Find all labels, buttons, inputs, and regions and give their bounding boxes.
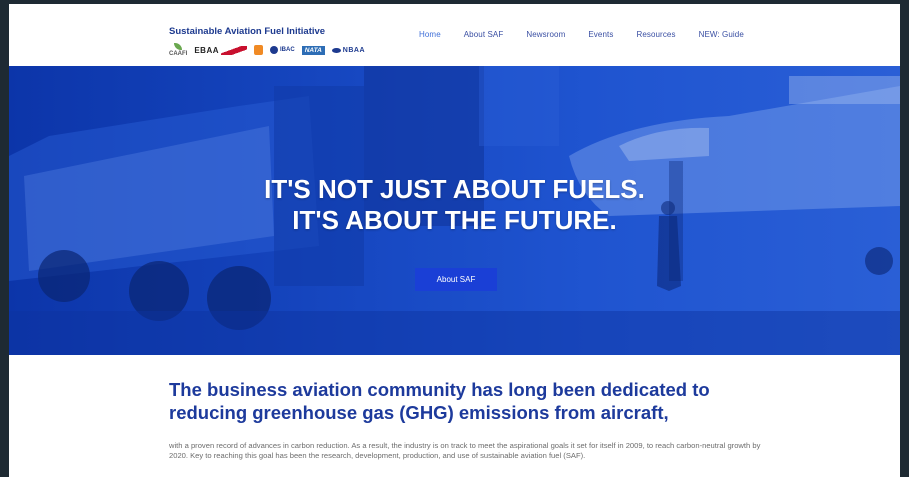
nav-new-guide[interactable]: NEW: Guide	[699, 30, 744, 39]
ebaa-logo-text: EBAA	[194, 45, 220, 55]
nata-logo-text: NATA	[304, 46, 322, 54]
caafi-logo[interactable]: CAAFI	[169, 43, 187, 57]
ebaa-logo[interactable]: EBAA	[194, 45, 248, 55]
section-body-text: with a proven record of advances in carb…	[169, 441, 761, 460]
hero-headline-line-1: IT'S NOT JUST ABOUT FUELS.	[264, 174, 645, 204]
hero-banner: IT'S NOT JUST ABOUT FUELS. IT'S ABOUT TH…	[9, 66, 900, 355]
hero-headline: IT'S NOT JUST ABOUT FUELS. IT'S ABOUT TH…	[9, 174, 900, 236]
globe-icon	[270, 46, 279, 54]
partner-logos: CAAFI EBAA IBAC NATA NBAA	[169, 41, 365, 59]
about-saf-button[interactable]: About SAF	[415, 268, 497, 291]
orange-partner-logo[interactable]	[254, 45, 264, 55]
nav-newsroom[interactable]: Newsroom	[526, 30, 565, 39]
nav-resources[interactable]: Resources	[636, 30, 675, 39]
site-title[interactable]: Sustainable Aviation Fuel Initiative	[169, 26, 325, 37]
nbaa-mark-icon	[331, 47, 341, 53]
section-heading: The business aviation community has long…	[169, 379, 710, 423]
main-nav: Home About SAF Newsroom Events Resources…	[419, 30, 767, 39]
site-header: Sustainable Aviation Fuel Initiative CAA…	[9, 4, 900, 66]
nav-about-saf[interactable]: About SAF	[464, 30, 504, 39]
page: Sustainable Aviation Fuel Initiative CAA…	[9, 4, 900, 477]
leaf-icon	[174, 43, 183, 50]
swoosh-icon	[221, 45, 248, 55]
ibac-logo[interactable]: IBAC	[270, 46, 295, 54]
nata-logo[interactable]: NATA	[301, 45, 325, 55]
nbaa-logo[interactable]: NBAA	[331, 46, 366, 54]
window-scrollbar[interactable]	[900, 0, 909, 477]
caafi-logo-text: CAAFI	[169, 51, 188, 57]
nbaa-logo-text: NBAA	[342, 46, 366, 54]
nav-home[interactable]: Home	[419, 30, 441, 39]
ibac-logo-text: IBAC	[280, 47, 295, 53]
nav-events[interactable]: Events	[588, 30, 613, 39]
hero-headline-line-2: IT'S ABOUT THE FUTURE.	[292, 205, 617, 235]
